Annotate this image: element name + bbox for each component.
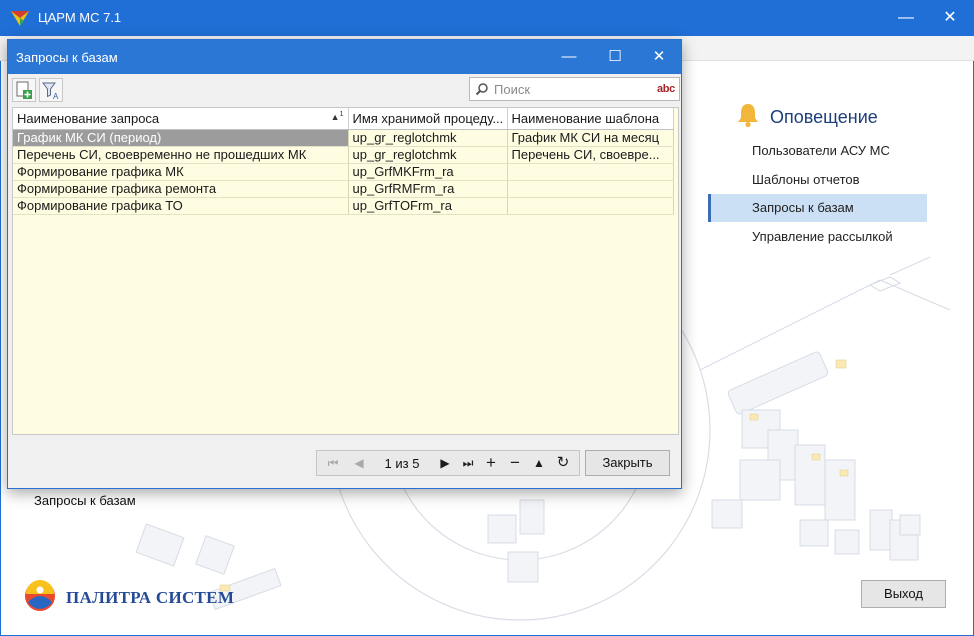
next-page-button[interactable]: ▶: [435, 454, 455, 472]
cell-procedure[interactable]: up_gr_reglotchmk: [348, 129, 508, 147]
filter-icon: A: [42, 82, 59, 101]
table-row[interactable]: Формирование графика МК up_GrfMKFrm_ra: [13, 163, 674, 181]
dialog-toolbar: A abc: [10, 76, 680, 104]
queries-dialog: Запросы к базам — ☐ ✕ A abc: [7, 39, 682, 489]
page-info: 1 из 5: [384, 456, 420, 471]
cell-query-name[interactable]: Формирование графика ТО: [13, 197, 349, 215]
table-row[interactable]: Формирование графика ремонта up_GrfRMFrm…: [13, 180, 674, 198]
record-navigator: ⏮ ◀ 1 из 5 ▶ ⏭ + − ▲ ↻: [316, 450, 580, 476]
search-input[interactable]: [494, 80, 644, 98]
add-document-icon: [16, 81, 32, 99]
cell-query-name[interactable]: Перечень СИ, своевременно не прошедших М…: [13, 146, 349, 164]
nav-section-header: Оповещение: [736, 102, 936, 132]
col-header-template[interactable]: Наименование шаблона: [507, 108, 674, 130]
cell-template[interactable]: Перечень СИ, своевре...: [507, 146, 674, 164]
cell-procedure[interactable]: up_GrfMKFrm_ra: [348, 163, 508, 181]
close-button[interactable]: ✕: [932, 4, 968, 32]
minimize-button[interactable]: —: [888, 4, 924, 32]
dialog-minimize-button[interactable]: —: [551, 43, 587, 71]
table-row[interactable]: График МК СИ (период) up_gr_reglotchmk Г…: [13, 129, 674, 147]
nav-section-title: Оповещение: [770, 107, 878, 127]
col-header-label: Наименование запроса: [17, 110, 160, 126]
cell-procedure[interactable]: up_GrfTOFrm_ra: [348, 197, 508, 215]
move-up-button[interactable]: ▲: [529, 454, 549, 472]
search-icon: [475, 83, 488, 96]
window-title: ЦАРМ МС 7.1: [38, 10, 122, 25]
cell-query-name[interactable]: Формирование графика МК: [13, 163, 349, 181]
table-row[interactable]: Перечень СИ, своевременно не прошедших М…: [13, 146, 674, 164]
svg-text:A: A: [53, 92, 59, 101]
nav-item-mailing[interactable]: Управление рассылкой: [708, 223, 927, 251]
table-row[interactable]: Формирование графика ТО up_GrfTOFrm_ra: [13, 197, 674, 215]
dialog-maximize-button[interactable]: ☐: [597, 43, 633, 71]
spellcheck-badge[interactable]: abc: [657, 83, 675, 95]
nav-item-db-queries[interactable]: Запросы к базам: [708, 194, 927, 222]
remove-row-button[interactable]: −: [505, 454, 525, 472]
cell-template[interactable]: График МК СИ на месяц: [507, 129, 674, 147]
bell-icon: [738, 104, 758, 128]
first-page-button[interactable]: ⏮: [323, 454, 343, 472]
search-box[interactable]: abc: [469, 77, 680, 101]
prev-page-button[interactable]: ◀: [349, 454, 369, 472]
cell-query-name[interactable]: График МК СИ (период): [13, 129, 349, 147]
current-section-label: Запросы к базам: [34, 493, 136, 508]
queries-table: Наименование запроса ▲1 Имя хранимой про…: [13, 108, 674, 215]
nav-item-report-templates[interactable]: Шаблоны отчетов: [708, 166, 927, 194]
refresh-button[interactable]: ↻: [553, 454, 573, 472]
dialog-close-action-button[interactable]: Закрыть: [585, 450, 670, 476]
col-header-label: Имя хранимой процеду...: [352, 110, 504, 126]
cell-query-name[interactable]: Формирование графика ремонта: [13, 180, 349, 198]
col-header-label: Наименование шаблона: [511, 110, 660, 126]
add-record-button[interactable]: [12, 78, 36, 102]
dialog-close-button[interactable]: ✕: [641, 43, 677, 71]
exit-button[interactable]: Выход: [861, 580, 946, 608]
sort-ascending-icon: ▲1: [330, 111, 344, 122]
cell-procedure[interactable]: up_gr_reglotchmk: [348, 146, 508, 164]
cell-template[interactable]: [507, 163, 674, 181]
brand-logo-icon: [25, 580, 55, 611]
nav-item-users[interactable]: Пользователи АСУ МС: [708, 137, 927, 165]
main-titlebar: ЦАРМ МС 7.1 — ✕: [0, 0, 974, 36]
cell-procedure[interactable]: up_GrfRMFrm_ra: [348, 180, 508, 198]
queries-grid: Наименование запроса ▲1 Имя хранимой про…: [12, 107, 679, 435]
cell-template[interactable]: [507, 180, 674, 198]
add-row-button[interactable]: +: [481, 454, 501, 472]
filter-button[interactable]: A: [39, 78, 63, 102]
grid-header-row: Наименование запроса ▲1 Имя хранимой про…: [13, 108, 674, 130]
col-header-procedure[interactable]: Имя хранимой процеду...: [348, 108, 508, 130]
cell-template[interactable]: [507, 197, 674, 215]
last-page-button[interactable]: ⏭: [458, 454, 478, 472]
col-header-query-name[interactable]: Наименование запроса ▲1: [13, 108, 349, 130]
dialog-titlebar: Запросы к базам — ☐ ✕: [8, 40, 681, 74]
dialog-title: Запросы к базам: [16, 50, 118, 65]
app-logo-icon: [11, 11, 29, 26]
brand-name: ПАЛИТРА СИСТЕМ: [66, 588, 235, 607]
